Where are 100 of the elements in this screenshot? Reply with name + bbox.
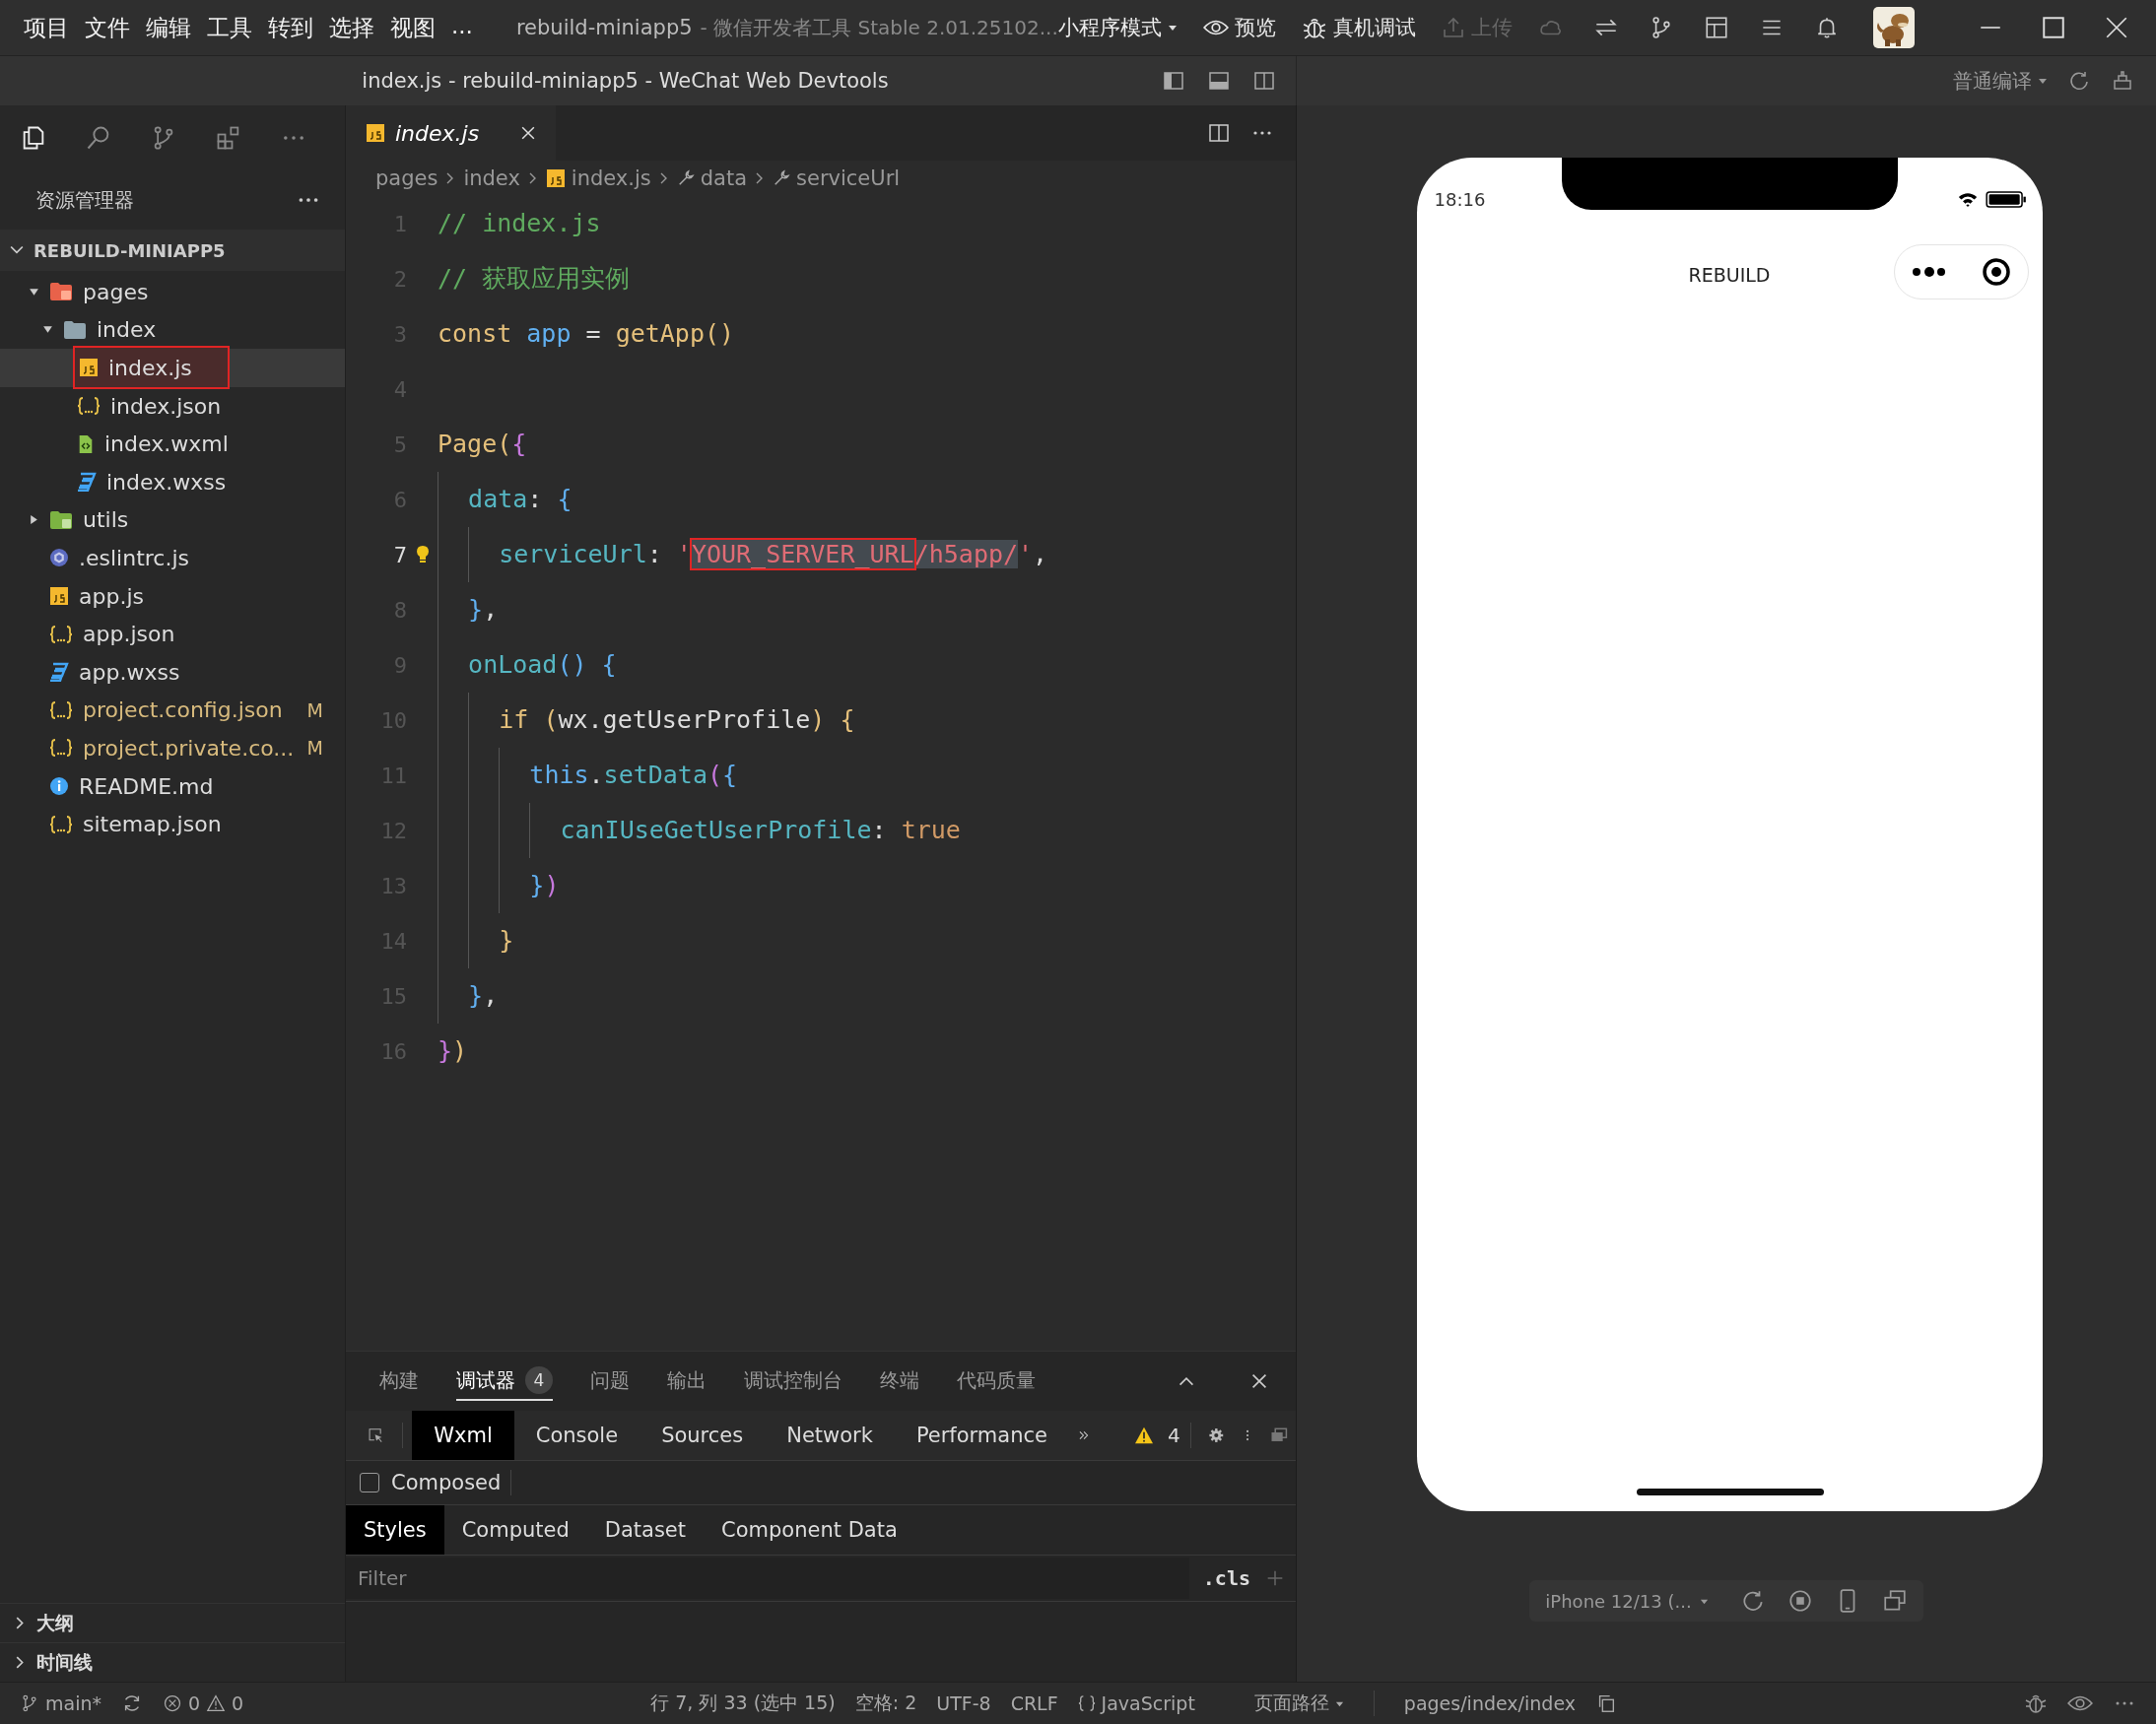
panel-tab[interactable]: 构建 [379,1361,419,1401]
menu-item[interactable]: 项目 [24,12,69,43]
breadcrumb-item[interactable]: index.js [545,166,651,190]
tree-item[interactable]: project.config.json M [0,691,345,730]
toolbar-button[interactable]: 预览 [1202,14,1276,41]
code-line: data: { [438,472,573,527]
js-file-icon [49,586,69,607]
code-line: }, [438,968,499,1024]
menu-item[interactable]: 选择 [329,12,374,43]
menu-item[interactable]: 转到 [268,12,313,43]
braces-icon [49,699,73,720]
tree-item[interactable]: app.js [0,576,345,616]
section-header[interactable]: REBUILD-MINIAPP5 [0,230,345,271]
layout-icon[interactable] [1703,15,1729,40]
editor-tab[interactable]: index.js [346,105,557,161]
chevron-icon [527,172,538,184]
code-line: Page({ [438,429,527,460]
line-number: 7 [392,542,407,567]
wifi-icon [1957,191,1978,207]
line-ending-status[interactable]: CRLF [1010,1692,1058,1714]
breadcrumb-item[interactable]: data [676,166,748,190]
tree-item[interactable]: app.json [0,615,345,653]
page-title: REBUILD [1688,264,1771,286]
tree-item[interactable]: README.md [0,766,345,806]
page-path-dropdown[interactable]: 页面路径 [1253,1691,1344,1716]
tree-item[interactable]: project.private.co... M [0,729,345,767]
stylesheet-icon [49,662,69,683]
refresh-icon[interactable] [2067,69,2091,93]
tree-item[interactable]: index.json [0,386,345,426]
section-header[interactable]: 大纲 [0,1603,345,1642]
eraser-icon[interactable] [2111,69,2134,93]
code-line: }) [438,1035,468,1067]
target-icon[interactable] [1982,257,2012,287]
maximize-icon[interactable] [2040,15,2066,40]
mode-dropdown[interactable]: 小程序模式 [1057,14,1178,41]
code-line: }) [438,858,560,913]
breadcrumb-item[interactable]: index [463,166,520,190]
tree-item[interactable]: .eslintrc.js [0,539,345,577]
document-icon [77,433,95,454]
panel-tab[interactable]: 调试器 4 [456,1361,553,1401]
styles-tab[interactable]: Dataset [586,1505,705,1555]
tree-item[interactable]: utils [0,500,345,540]
devtools-tab[interactable]: Performance [894,1411,1069,1460]
panel-toggle-icon[interactable] [1207,69,1231,93]
tree-item[interactable]: pages [0,273,345,311]
tree-item[interactable]: sitemap.json [0,805,345,843]
tree-item[interactable]: app.wxss [0,652,345,692]
eye-icon[interactable] [2067,1694,2093,1712]
breadcrumb-item[interactable]: serviceUrl [773,166,901,190]
caret-icon [2038,76,2048,86]
windows-icon[interactable] [1881,1588,1908,1614]
tree-item[interactable]: index [0,310,345,350]
panel-tab[interactable]: 代码质量 [957,1361,1036,1401]
code-line: if (wx.getUserProfile) { [438,693,855,748]
device-dropdown[interactable]: iPhone 12/13 (... [1545,1590,1709,1612]
encoding-status[interactable]: UTF-8 [936,1692,991,1714]
styles-tab[interactable]: Styles [346,1505,444,1555]
split-view-icon[interactable] [1207,121,1231,145]
code-line: onLoad() { [438,637,617,693]
devtools-tab[interactable]: Wxml [412,1411,514,1460]
menu-item[interactable]: ... [451,12,473,43]
stop-icon[interactable] [1786,1588,1813,1614]
sidebar-toggle-icon[interactable] [1162,69,1185,93]
warning-count[interactable]: 4 [1126,1424,1180,1447]
devtools-tab[interactable]: Console [513,1411,640,1460]
problems-status[interactable]: 0 0 [163,1692,244,1714]
language-status[interactable]: JavaScript [1077,1692,1195,1714]
code-line: }, [438,582,499,637]
split-view-icon[interactable] [1252,69,1276,93]
tree-item[interactable]: index.js [0,349,345,387]
breadcrumb-item[interactable]: pages [375,166,438,190]
styles-tab[interactable]: Component Data [704,1505,915,1555]
menu-item[interactable]: 文件 [85,12,130,43]
menu-item[interactable]: 工具 [207,12,252,43]
devtools-tab[interactable]: Sources [640,1411,766,1460]
code-line: // 获取应用实例 [438,263,631,295]
panel-tab[interactable]: 终端 [880,1361,919,1401]
tree-item[interactable]: index.wxss [0,462,345,501]
code-line: // index.js [438,208,601,239]
devtools-tab[interactable]: Network [765,1411,895,1460]
code-line: this.setData({ [438,748,738,803]
braces-icon [77,396,101,417]
cls-button[interactable]: .cls [1202,1566,1250,1590]
composed-checkbox[interactable]: Composed [360,1471,502,1494]
folder-icon [49,282,73,302]
panel-tab[interactable]: 问题 [590,1361,630,1401]
warning-icon [206,1694,227,1712]
menu-item[interactable]: 编辑 [146,12,191,43]
styles-tab[interactable]: Computed [443,1505,587,1555]
menu-item[interactable]: 视图 [390,12,436,43]
tree-item[interactable]: index.wxml [0,425,345,463]
compile-dropdown[interactable]: 普通编译 [1953,67,2048,95]
indentation-status[interactable]: 空格: 2 [854,1691,917,1716]
lightbulb-icon[interactable] [414,545,431,564]
filter-field[interactable]: Filter [346,1558,1189,1599]
cursor-position[interactable]: 行 7, 列 33 (选中 15) [650,1691,836,1716]
toolbar-button[interactable]: 真机调试 [1301,14,1416,41]
branch-status[interactable]: main* [20,1692,101,1714]
panel-tab[interactable]: 调试控制台 [744,1361,842,1401]
panel-tab[interactable]: 输出 [667,1361,707,1401]
